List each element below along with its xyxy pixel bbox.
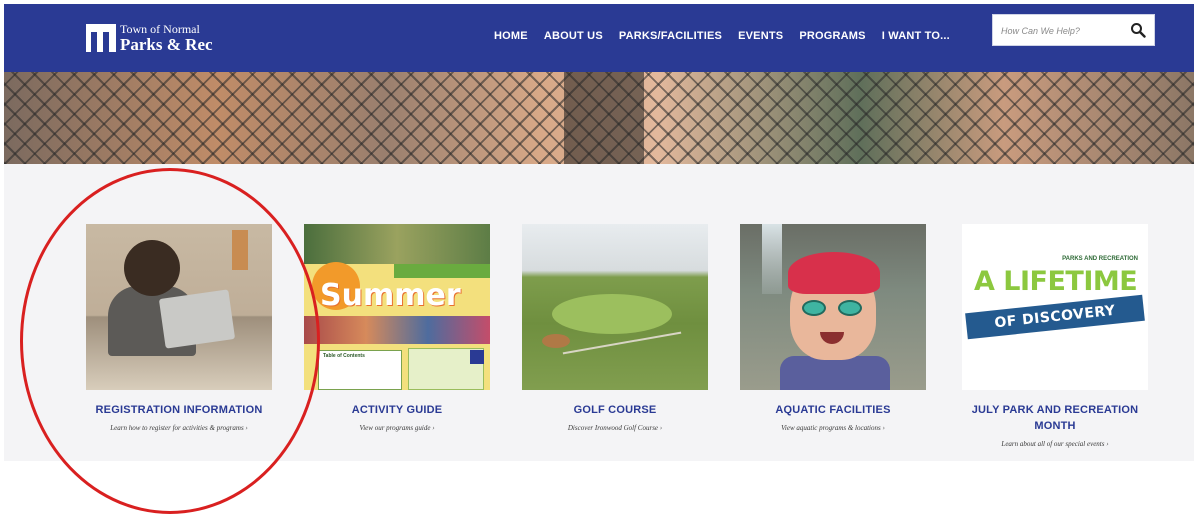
nav-home[interactable]: HOME bbox=[494, 30, 528, 42]
fountain bbox=[762, 224, 782, 294]
activity-guide-image[interactable]: Summer Table of Contents bbox=[304, 224, 490, 390]
nav-programs[interactable]: PROGRAMS bbox=[799, 30, 865, 42]
hero-net-pattern bbox=[4, 72, 1194, 164]
lifetime-small-text: PARKS AND RECREATION bbox=[1062, 256, 1138, 262]
aquatic-image[interactable] bbox=[740, 224, 926, 390]
logo-line2: Parks & Rec bbox=[120, 35, 213, 54]
shelf bbox=[232, 230, 248, 270]
swimsuit bbox=[780, 356, 890, 390]
logo-text: Town of Normal Parks & Rec bbox=[120, 23, 213, 53]
cart-path bbox=[562, 331, 682, 355]
card-golf-course[interactable]: GOLF COURSE Discover Ironwood Golf Cours… bbox=[522, 224, 708, 432]
nav-i-want-to[interactable]: I WANT TO... bbox=[882, 30, 950, 42]
card-link[interactable]: Discover Ironwood Golf Course › bbox=[522, 424, 708, 432]
site-header: Town of Normal Parks & Rec HOME ABOUT US… bbox=[4, 4, 1194, 72]
card-activity-guide[interactable]: Summer Table of Contents ACTIVITY GUIDE … bbox=[304, 224, 490, 432]
group-photo bbox=[304, 224, 490, 264]
quick-links-section: REGISTRATION INFORMATION Learn how to re… bbox=[4, 164, 1194, 461]
card-title[interactable]: REGISTRATION INFORMATION bbox=[86, 402, 272, 418]
goggle-left bbox=[802, 300, 826, 316]
card-aquatic-facilities[interactable]: AQUATIC FACILITIES View aquatic programs… bbox=[740, 224, 926, 432]
discovery-ribbon: OF DISCOVERY bbox=[965, 294, 1145, 340]
fairway bbox=[552, 294, 672, 334]
search-icon[interactable] bbox=[1130, 22, 1146, 38]
lifetime-discovery-image[interactable]: PARKS AND RECREATION A LIFETIME OF DISCO… bbox=[962, 224, 1148, 390]
nav-parks-facilities[interactable]: PARKS/FACILITIES bbox=[619, 30, 722, 42]
toc-title: Table of Contents bbox=[323, 353, 365, 359]
nav-about-us[interactable]: ABOUT US bbox=[544, 30, 603, 42]
logo-mark-icon bbox=[86, 24, 116, 52]
main-nav: HOME ABOUT US PARKS/FACILITIES EVENTS PR… bbox=[494, 30, 966, 42]
card-link[interactable]: View our programs guide › bbox=[304, 424, 490, 432]
summer-headline: Summer bbox=[320, 278, 461, 313]
laptop bbox=[158, 289, 236, 349]
swim-cap bbox=[788, 252, 880, 294]
card-link[interactable]: View aquatic programs & locations › bbox=[740, 424, 926, 432]
table-of-contents: Table of Contents bbox=[318, 350, 402, 390]
pond bbox=[542, 334, 570, 348]
site-logo[interactable]: Town of Normal Parks & Rec bbox=[86, 20, 213, 56]
registration-image[interactable] bbox=[86, 224, 272, 390]
card-title[interactable]: GOLF COURSE bbox=[522, 402, 708, 418]
golf-course-image[interactable] bbox=[522, 224, 708, 390]
card-title[interactable]: JULY PARK AND RECREATION MONTH bbox=[962, 402, 1148, 434]
search-box bbox=[992, 14, 1155, 46]
goggle-right bbox=[838, 300, 862, 316]
card-link[interactable]: Learn about all of our special events › bbox=[962, 440, 1148, 448]
card-registration[interactable]: REGISTRATION INFORMATION Learn how to re… bbox=[86, 224, 272, 432]
person-head bbox=[124, 240, 180, 296]
activity-photos bbox=[304, 316, 490, 344]
card-link[interactable]: Learn how to register for activities & p… bbox=[86, 424, 272, 432]
logo-line1: Town of Normal bbox=[120, 22, 200, 36]
lifetime-big-text: A LIFETIME bbox=[974, 266, 1138, 297]
green-banner bbox=[394, 264, 490, 278]
card-title[interactable]: ACTIVITY GUIDE bbox=[304, 402, 490, 418]
town-badge-icon bbox=[470, 350, 484, 364]
card-july-park-month[interactable]: PARKS AND RECREATION A LIFETIME OF DISCO… bbox=[962, 224, 1148, 448]
nav-events[interactable]: EVENTS bbox=[738, 30, 783, 42]
search-input[interactable] bbox=[1001, 22, 1121, 40]
hero-banner-image bbox=[4, 72, 1194, 164]
card-title[interactable]: AQUATIC FACILITIES bbox=[740, 402, 926, 418]
